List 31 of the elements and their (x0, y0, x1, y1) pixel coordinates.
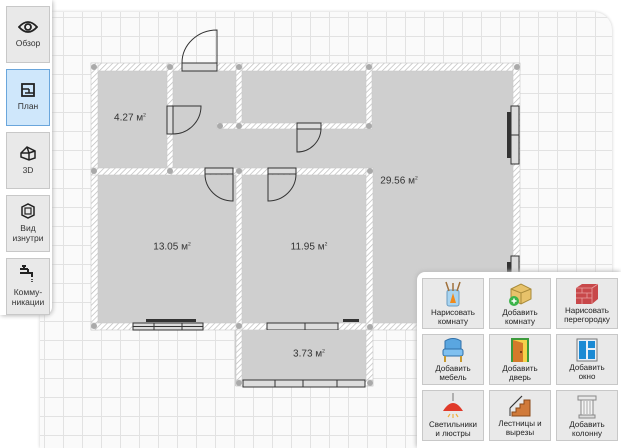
floor-plan-icon (21, 83, 35, 98)
room-area-label: 4.27 м$^{2}$ (114, 112, 146, 124)
column-icon (576, 392, 598, 419)
room-area-label: 13.05 м$^{2}$ (153, 241, 191, 253)
view-button[interactable]: План (6, 69, 50, 126)
armchair-icon (441, 336, 465, 363)
eye-icon (18, 20, 38, 34)
window-icon (576, 338, 598, 362)
stairs-icon (508, 394, 532, 418)
tool-button[interactable]: Добавить комнату (489, 278, 551, 329)
room-area-label: 29.56 м$^{2}$ (380, 175, 418, 187)
room-add-icon (507, 280, 533, 307)
tool-button[interactable]: Нарисовать комнату (422, 278, 484, 329)
brick-wall-icon (574, 282, 600, 305)
tool-button[interactable]: Светильники и люстры (422, 390, 484, 441)
house-icon (20, 145, 36, 162)
view-button[interactable]: Обзор (6, 6, 50, 63)
tool-button[interactable]: Добавить колонну (556, 390, 618, 441)
pendant-lamp-icon (441, 392, 465, 419)
tool-button[interactable]: Нарисовать перегородку (556, 278, 618, 329)
tool-button[interactable]: Добавить дверь (489, 334, 551, 385)
tool-button[interactable]: Добавить окно (556, 334, 618, 385)
view-button[interactable]: Комму-никации (6, 258, 50, 315)
view-button[interactable]: Вид изнутри (6, 195, 50, 252)
tool-button[interactable]: Лестницы и вырезы (489, 390, 551, 441)
tool-button[interactable]: Добавить мебель (422, 334, 484, 385)
view-button[interactable]: 3D (6, 132, 50, 189)
door-icon (509, 336, 531, 363)
cube-icon (20, 203, 36, 220)
room-area-label: 3.73 м$^{2}$ (293, 348, 325, 360)
room-area-label: 11.95 м$^{2}$ (290, 241, 328, 253)
